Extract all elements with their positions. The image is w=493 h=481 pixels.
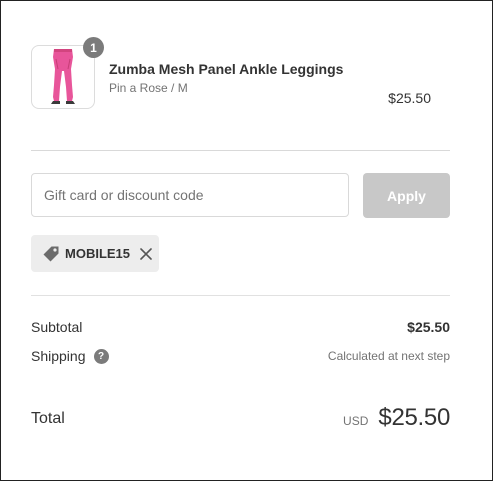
divider <box>31 295 450 296</box>
shipping-row-label: Shipping ? <box>31 348 109 364</box>
close-icon[interactable] <box>139 247 153 261</box>
product-variant: Pin a Rose / M <box>109 81 188 95</box>
apply-button[interactable]: Apply <box>363 173 450 218</box>
subtotal-label: Subtotal <box>31 319 83 335</box>
discount-code-input[interactable] <box>31 173 349 217</box>
divider <box>31 150 450 151</box>
total-value: $25.50 <box>378 404 450 431</box>
total-amount: USD $25.50 <box>343 404 450 432</box>
order-summary-panel: 1 Zumba Mesh Panel Ankle Leggings Pin a … <box>0 0 493 481</box>
total-label: Total <box>31 410 65 427</box>
line-item-price: $25.50 <box>388 90 431 106</box>
applied-discount-chip: MOBILE15 <box>31 235 159 272</box>
shipping-label: Shipping <box>31 348 86 364</box>
question-icon[interactable]: ? <box>93 348 109 364</box>
tag-icon <box>42 245 60 263</box>
cart-line-item: 1 Zumba Mesh Panel Ankle Leggings Pin a … <box>31 37 451 111</box>
shipping-value: Calculated at next step <box>327 349 450 363</box>
leggings-thumbnail-icon <box>51 49 75 104</box>
currency-code: USD <box>343 414 369 428</box>
product-thumbnail: 1 <box>31 37 104 109</box>
product-name: Zumba Mesh Panel Ankle Leggings <box>109 61 344 77</box>
subtotal-value: $25.50 <box>407 319 450 335</box>
quantity-badge: 1 <box>83 37 104 58</box>
applied-code-text: MOBILE15 <box>65 246 131 261</box>
